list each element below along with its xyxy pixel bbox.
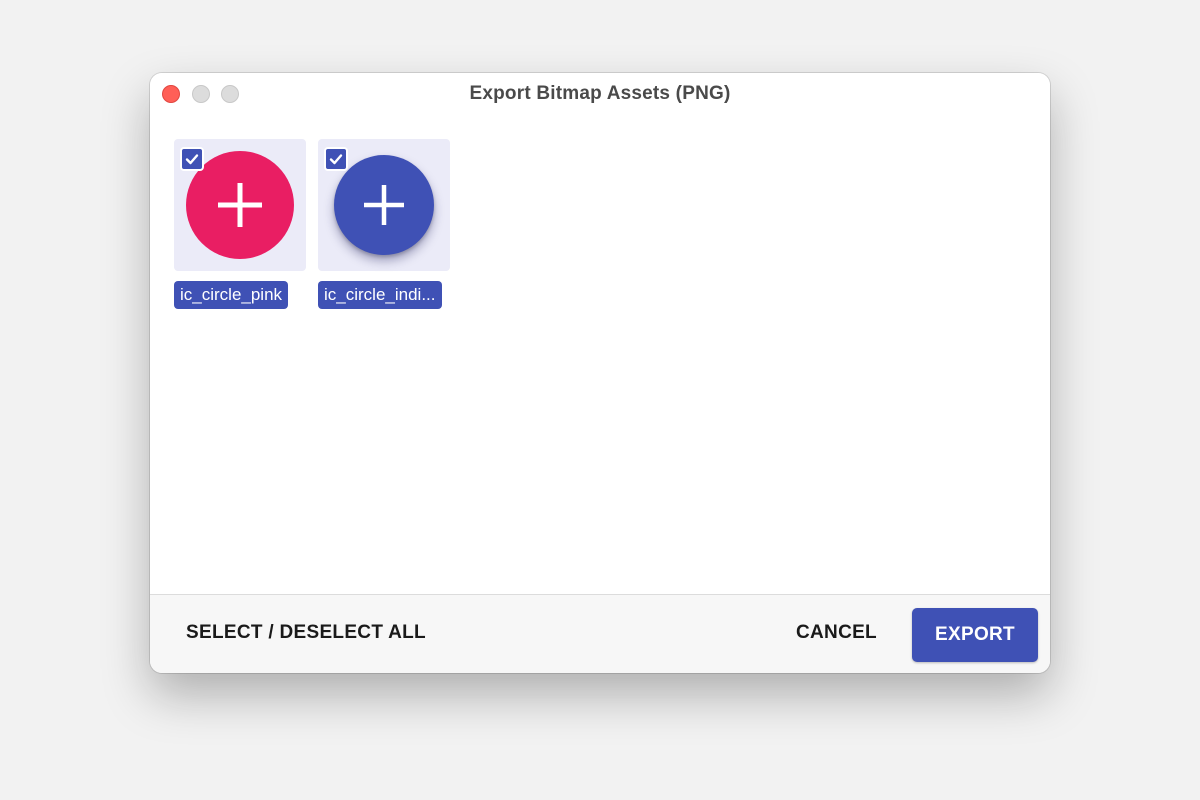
select-deselect-all-button[interactable]: SELECT / DESELECT ALL: [186, 622, 426, 644]
dialog-footer: SELECT / DESELECT ALL CANCEL EXPORT: [150, 594, 1050, 673]
asset-thumbnail[interactable]: [174, 139, 306, 271]
asset-name-label[interactable]: ic_circle_indi...: [318, 281, 442, 309]
asset-preview-circle: [334, 155, 434, 255]
asset-name-label[interactable]: ic_circle_pink: [174, 281, 289, 309]
asset-item[interactable]: ic_circle_indi...: [318, 139, 450, 314]
checkmark-icon: [185, 154, 199, 165]
plus-icon: [218, 183, 262, 227]
cancel-button[interactable]: CANCEL: [796, 622, 877, 644]
asset-item[interactable]: ic_circle_pink: [174, 139, 306, 314]
asset-checkbox[interactable]: [180, 147, 204, 171]
asset-thumbnail[interactable]: [318, 139, 450, 271]
plus-icon: [364, 185, 404, 225]
asset-grid: ic_circle_pink ic_circle_indi...: [150, 117, 1050, 594]
asset-checkbox[interactable]: [324, 147, 348, 171]
title-bar: Export Bitmap Assets (PNG): [150, 73, 1050, 117]
export-dialog: Export Bitmap Assets (PNG) ic_circle_pin…: [150, 73, 1050, 673]
window-title: Export Bitmap Assets (PNG): [469, 83, 731, 104]
export-button[interactable]: EXPORT: [912, 608, 1038, 662]
checkmark-icon: [329, 154, 343, 165]
